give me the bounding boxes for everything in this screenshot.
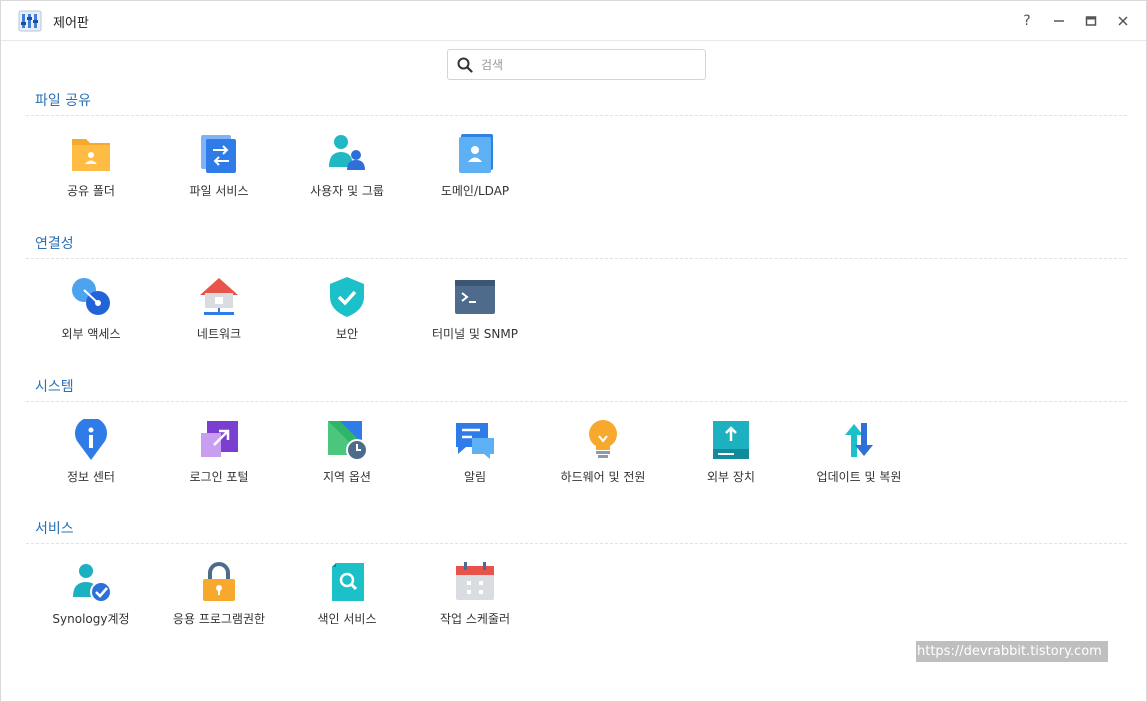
item-label: 로그인 포털 (189, 470, 249, 484)
maximize-button[interactable] (1081, 11, 1101, 31)
item-app-privileges[interactable]: 응용 프로그램권한 (154, 561, 284, 651)
item-network[interactable]: 네트워크 (154, 276, 284, 366)
indexing-service-icon (332, 563, 364, 601)
section-divider (26, 115, 1127, 116)
help-button[interactable]: ? (1017, 11, 1037, 31)
item-label: 공유 폴더 (67, 184, 115, 198)
maximize-icon (1085, 16, 1097, 26)
item-notification[interactable]: 알림 (410, 419, 540, 509)
section-title: 연결성 (35, 236, 74, 252)
update-restore-icon (845, 423, 873, 457)
watermark-url: https://devrabbit.tistory.com (916, 641, 1108, 662)
section-title: 파일 공유 (35, 93, 91, 109)
item-label: 업데이트 및 복원 (816, 470, 902, 484)
network-icon (200, 278, 238, 315)
domain-ldap-icon (459, 134, 493, 173)
terminal-icon (455, 280, 495, 314)
item-file-services[interactable]: 파일 서비스 (154, 133, 284, 223)
control-panel-window: 제어판 ? 파일 공유 공유 폴더 (0, 0, 1147, 702)
hardware-power-icon (589, 420, 617, 458)
item-label: 외부 장치 (707, 470, 755, 484)
item-update-restore[interactable]: 업데이트 및 복원 (794, 419, 924, 509)
item-label: 도메인/LDAP (440, 184, 510, 198)
section-divider (26, 401, 1127, 402)
item-label: 지역 옵션 (323, 470, 371, 484)
info-center-icon (75, 419, 107, 460)
section-title: 시스템 (35, 379, 74, 395)
item-external-devices[interactable]: 외부 장치 (666, 419, 796, 509)
item-label: 네트워크 (196, 327, 242, 341)
item-login-portal[interactable]: 로그인 포털 (154, 419, 284, 509)
item-label: Synology계정 (52, 612, 130, 626)
item-domain-ldap[interactable]: 도메인/LDAP (410, 133, 540, 223)
external-access-icon (72, 278, 110, 315)
item-external-access[interactable]: 외부 액세스 (26, 276, 156, 366)
login-portal-icon (201, 421, 238, 457)
file-services-icon (201, 135, 236, 173)
user-group-icon (329, 135, 365, 170)
notification-icon (456, 423, 494, 459)
synology-account-icon (73, 564, 112, 603)
title-bar[interactable]: 제어판 ? (1, 1, 1146, 41)
item-shared-folder[interactable]: 공유 폴더 (26, 133, 156, 223)
minimize-button[interactable] (1049, 11, 1069, 31)
window-title: 제어판 (53, 16, 89, 31)
item-label: 색인 서비스 (317, 612, 377, 626)
section-divider (26, 258, 1127, 259)
item-label: 터미널 및 SNMP (432, 327, 518, 341)
shared-folder-icon (72, 139, 110, 171)
item-terminal-snmp[interactable]: 터미널 및 SNMP (410, 276, 540, 366)
item-label: 응용 프로그램권한 (172, 612, 266, 626)
close-button[interactable] (1113, 11, 1133, 31)
item-label: 사용자 및 그룹 (310, 184, 384, 198)
control-panel-app-icon (18, 10, 42, 32)
security-shield-icon (330, 277, 364, 317)
item-info-center[interactable]: 정보 센터 (26, 419, 156, 509)
regional-options-icon (328, 421, 368, 461)
app-privileges-icon (203, 562, 235, 601)
item-user-group[interactable]: 사용자 및 그룹 (282, 133, 412, 223)
item-regional-options[interactable]: 지역 옵션 (282, 419, 412, 509)
section-title: 서비스 (35, 521, 74, 537)
item-task-scheduler[interactable]: 작업 스케줄러 (410, 561, 540, 651)
item-label: 보안 (335, 327, 359, 341)
item-label: 파일 서비스 (189, 184, 249, 198)
section-divider (26, 543, 1127, 544)
minimize-icon (1054, 20, 1064, 22)
close-icon (1118, 16, 1128, 26)
task-scheduler-icon (456, 562, 494, 600)
item-label: 알림 (463, 470, 487, 484)
item-label: 하드웨어 및 전원 (560, 470, 646, 484)
item-indexing-service[interactable]: 색인 서비스 (282, 561, 412, 651)
item-security[interactable]: 보안 (282, 276, 412, 366)
item-synology-account[interactable]: Synology계정 (26, 561, 156, 651)
external-devices-icon (713, 421, 749, 459)
search-box[interactable] (447, 49, 706, 80)
search-input[interactable] (481, 54, 696, 76)
item-label: 정보 센터 (67, 470, 115, 484)
item-label: 외부 액세스 (61, 327, 121, 341)
item-label: 작업 스케줄러 (439, 612, 511, 626)
item-hardware-power[interactable]: 하드웨어 및 전원 (538, 419, 668, 509)
search-icon (457, 57, 473, 73)
